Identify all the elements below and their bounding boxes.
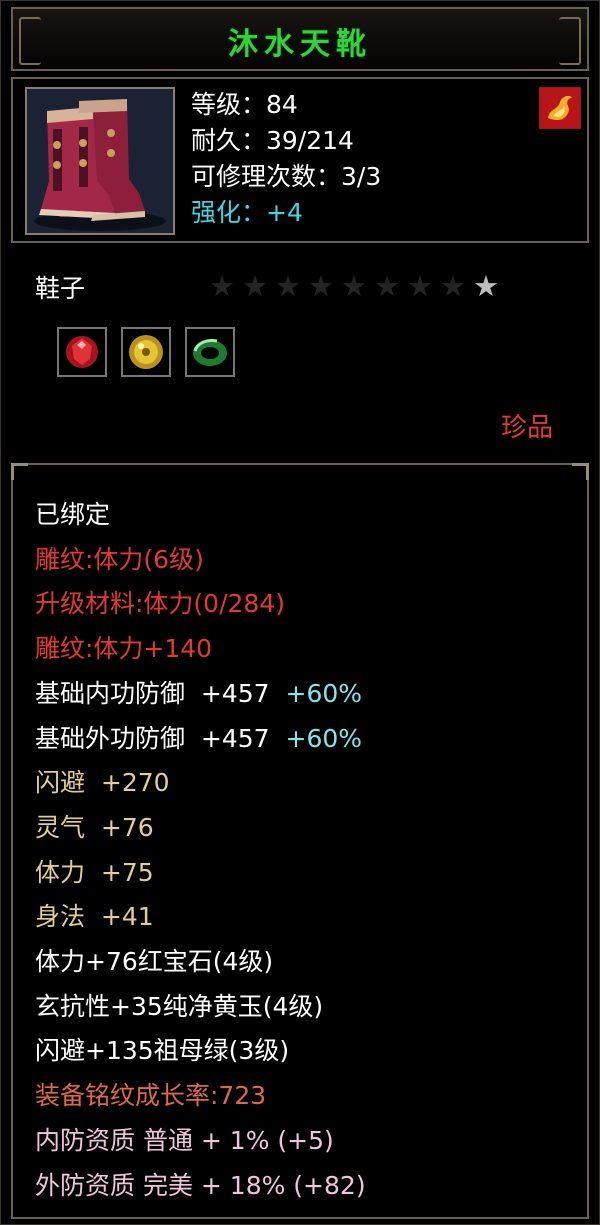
durability-stat: 耐久：39/214 [191,126,354,155]
outer-quality-line: 外防资质 完美 + 18% (+82) [35,1170,366,1200]
inner-defense-line: 基础内功防御 +457 +60% [35,672,366,717]
item-stats: 等级：84 耐久：39/214 可修理次数：3/3 强化：+4 [191,87,381,231]
agility-line: 身法 +41 [35,895,366,940]
star-rating: ★★★★★★★★★ [209,269,506,303]
boots-icon[interactable] [25,87,175,235]
agility-value: +41 [100,902,154,932]
item-tooltip-panel: 沐水天靴 等级：84 耐久：39/214 可修理次数：3/3 强化：+4 鞋子 … [0,0,600,1225]
item-header: 等级：84 耐久：39/214 可修理次数：3/3 强化：+4 [11,77,589,243]
star-icon: ★ [209,269,242,303]
attributes-panel: 已绑定 雕纹:体力(6级) 升级材料:体力(0/284) 雕纹:体力+140 基… [11,463,589,1219]
inner-defense-percent: +60% [285,678,363,708]
carving-line: 雕纹:体力(6级) [35,544,204,574]
emerald-gem-icon[interactable] [185,327,235,377]
stamina-value: +75 [100,857,154,887]
outer-defense-line: 基础外功防御 +457 +60% [35,717,366,762]
bound-status: 已绑定 [35,500,111,529]
dodge-label: 闪避 [35,768,86,798]
spirit-label: 灵气 [35,812,86,842]
star-icon: ★ [473,269,506,303]
ruby-gem-icon[interactable] [57,327,107,377]
outer-defense-value: +457 [200,723,270,753]
stamina-label: 体力 [35,857,86,887]
star-icon: ★ [407,269,440,303]
spirit-value: +76 [100,812,154,842]
dodge-value: +270 [100,768,170,798]
gem-resist-line: 玄抗性+35纯净黄玉(4级) [35,991,324,1021]
outer-defense-percent: +60% [285,723,363,753]
topaz-gem-icon[interactable] [121,327,171,377]
item-grade: 珍品 [500,413,553,443]
enhance-value: +4 [266,198,303,227]
dodge-line: 闪避 +270 [35,761,366,806]
upgrade-material-line: 升级材料:体力(0/284) [35,589,285,619]
inner-quality-line: 内防资质 普通 + 1% (+5) [35,1125,334,1155]
item-type: 鞋子 [35,274,86,303]
attribute-list: 已绑定 雕纹:体力(6级) 升级材料:体力(0/284) 雕纹:体力+140 基… [35,493,366,1208]
star-icon: ★ [440,269,473,303]
gem-stamina-line: 体力+76红宝石(4级) [35,947,274,977]
inner-defense-label: 基础内功防御 [35,678,186,708]
star-icon: ★ [341,269,374,303]
item-name: 沐水天靴 [228,27,372,62]
star-icon: ★ [275,269,308,303]
inner-defense-value: +457 [200,678,270,708]
repair-count-stat: 可修理次数：3/3 [191,162,382,191]
agility-label: 身法 [35,902,86,932]
growth-rate-line: 装备铭纹成长率:723 [35,1081,267,1111]
enhance-label: 强化： [191,198,267,227]
carving-bonus-line: 雕纹:体力+140 [35,634,213,664]
enhance-stat: 强化：+4 [191,195,381,231]
outer-defense-label: 基础外功防御 [35,723,186,753]
star-icon: ★ [242,269,275,303]
title-bar: 沐水天靴 [11,7,589,71]
level-stat: 等级：84 [191,90,298,119]
star-icon: ★ [374,269,407,303]
fire-icon [539,87,581,129]
gem-dodge-line: 闪避+135祖母绿(3级) [35,1036,290,1066]
star-icon: ★ [308,269,341,303]
stamina-line: 体力 +75 [35,851,366,896]
spirit-line: 灵气 +76 [35,806,366,851]
